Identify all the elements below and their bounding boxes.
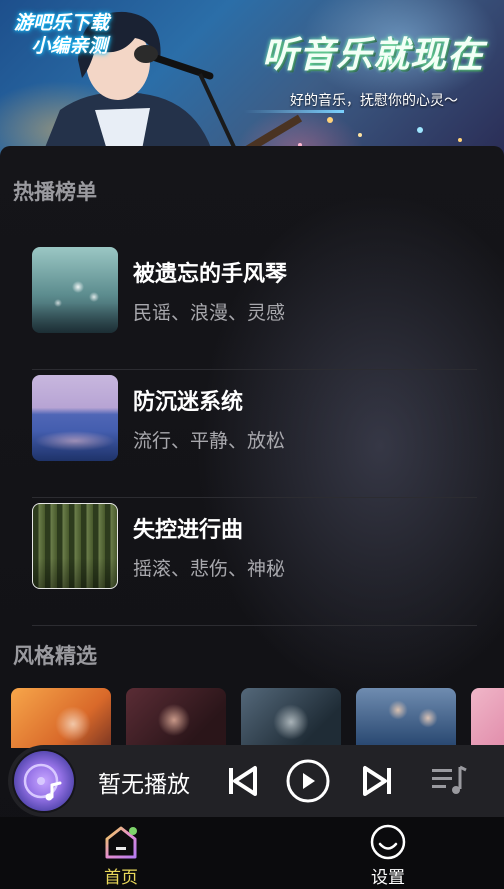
style-card-portrait-man[interactable] <box>241 688 341 748</box>
now-playing-title: 暂无播放 <box>98 772 190 798</box>
nav-home-label: 首页 <box>104 868 138 888</box>
chart-item-tags: 民谣、浪漫、灵感 <box>133 302 286 324</box>
bottom-nav: 首页 设置 <box>0 817 504 889</box>
chart-item[interactable]: 被遗忘的手风琴 民谣、浪漫、灵感 <box>32 242 477 370</box>
style-card-couple[interactable] <box>356 688 456 748</box>
banner-subtitle: 好的音乐，抚慰你的心灵～ <box>290 93 458 109</box>
smile-settings-icon <box>370 824 406 860</box>
banner-title: 听音乐就现在 <box>261 35 484 76</box>
chart-item-name: 失控进行曲 <box>133 518 244 543</box>
style-card-portrait-woman[interactable] <box>126 688 226 748</box>
purple-lake-image <box>32 375 118 461</box>
nav-item-settings[interactable]: 设置 <box>348 823 428 889</box>
playlist-icon <box>432 765 467 794</box>
chart-item-tags: 流行、平静、放松 <box>133 430 286 452</box>
green-forest-image <box>32 503 118 589</box>
next-icon <box>363 766 391 796</box>
hot-charts-title: 热播榜单 <box>13 180 97 204</box>
dandelion-forest-image <box>32 247 118 333</box>
chart-item[interactable]: 防沉迷系统 流行、平静、放松 <box>32 370 477 498</box>
badge-line-2: 小编亲测 <box>31 35 108 57</box>
music-disc-icon[interactable] <box>14 751 74 811</box>
style-card-singer[interactable] <box>11 688 111 748</box>
nav-item-home[interactable]: 首页 <box>81 823 161 889</box>
hero-banner[interactable]: 游吧乐下载 小编亲测 听音乐就现在 好的音乐，抚慰你的心灵～ <box>0 0 504 160</box>
chart-item[interactable]: 失控进行曲 摇滚、悲伤、神秘 <box>32 498 477 626</box>
chart-item-tags: 摇滚、悲伤、神秘 <box>133 558 286 580</box>
subtitle-underline <box>244 110 344 113</box>
download-badge: 游吧乐下载 小编亲测 <box>14 12 109 58</box>
previous-button[interactable] <box>220 759 264 803</box>
home-icon <box>105 826 137 859</box>
playlist-button[interactable] <box>428 759 472 803</box>
badge-line-1: 游吧乐下载 <box>14 12 110 34</box>
style-card-partial[interactable] <box>471 688 504 748</box>
mini-player[interactable]: 暂无播放 <box>8 745 504 817</box>
chart-item-name: 被遗忘的手风琴 <box>133 262 288 287</box>
previous-icon <box>229 766 257 796</box>
style-picks-carousel[interactable] <box>11 688 504 748</box>
next-button[interactable] <box>356 759 400 803</box>
nav-settings-label: 设置 <box>371 868 405 888</box>
style-picks-title: 风格精选 <box>13 644 97 668</box>
chart-item-name: 防沉迷系统 <box>133 390 244 415</box>
play-button[interactable] <box>284 759 330 803</box>
play-icon <box>286 759 330 803</box>
hot-charts-list: 被遗忘的手风琴 民谣、浪漫、灵感 防沉迷系统 流行、平静、放松 失控进行曲 摇滚… <box>32 242 477 626</box>
